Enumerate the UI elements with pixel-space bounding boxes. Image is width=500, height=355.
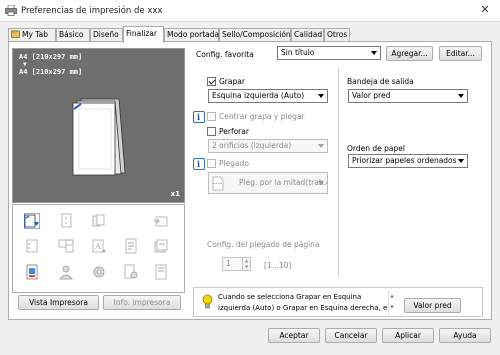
spinner-arrows-icon[interactable]: ▲ ▼ xyxy=(242,258,250,270)
ok-button[interactable]: Aceptar xyxy=(268,328,320,343)
tab-my-tab-label: My Tab xyxy=(22,30,48,39)
lightbulb-icon xyxy=(202,294,213,309)
stapled-page-illustration xyxy=(72,98,126,176)
output-tray-label: Bandeja de salida xyxy=(347,77,414,86)
apply-button[interactable]: Aplicar xyxy=(382,328,434,343)
staple-position-select[interactable]: Esquina izquierda (Auto) xyxy=(208,89,328,103)
punch-icon xyxy=(26,239,38,253)
fold-pages-icon xyxy=(58,239,74,253)
tab-sello-label: Sello/Composición xyxy=(222,30,291,39)
view-printer-button[interactable]: Vista Impresora xyxy=(18,295,99,310)
fold-type-value: Pleg. por la mitad(trab.c xyxy=(239,178,328,187)
staple-function-icon[interactable] xyxy=(24,213,40,229)
fold-checkbox[interactable] xyxy=(207,159,216,168)
center-staple-icon xyxy=(61,213,72,228)
punch-label: Perforar xyxy=(219,127,249,136)
booklet-icon xyxy=(92,214,105,227)
staple-checkbox[interactable] xyxy=(207,77,216,86)
preview-output-size-label: A4 [210x297 mm] xyxy=(19,68,83,76)
function-icon-grid: A xyxy=(12,204,185,293)
staple-position-value: Esquina izquierda (Auto) xyxy=(212,91,305,100)
chevron-down-icon xyxy=(458,159,464,163)
fold-label: Plegado xyxy=(219,159,249,168)
window-title: Preferencias de impresión de xxx xyxy=(21,6,163,16)
edit-favorite-button[interactable]: Editar... xyxy=(439,46,482,61)
tip-text-line1: Cuando se selecciona Grapar en Esquina xyxy=(218,293,362,301)
cancel-button[interactable]: Cancelar xyxy=(325,328,377,343)
chevron-down-icon xyxy=(318,181,324,185)
punch-value: 2 orificios (izquierda) xyxy=(212,141,292,150)
svg-text:A: A xyxy=(94,242,101,251)
printer-icon xyxy=(5,5,17,16)
output-tray-icon xyxy=(154,216,168,227)
center-staple-label: Centrar grapa y plegar xyxy=(219,112,305,121)
fold-pages-spinner[interactable]: 1 ▲ ▼ xyxy=(222,257,251,271)
fold-pages-label: Config. del plegado de página xyxy=(207,240,320,249)
fold-pages-range: [1...10] xyxy=(264,261,292,270)
copies-count: x1 xyxy=(170,190,180,198)
title-bar: Preferencias de impresión de xxx ✕ xyxy=(0,0,500,22)
tab-modo-portada[interactable]: Modo portada xyxy=(164,28,219,42)
tab-sello-composicion[interactable]: Sello/Composición xyxy=(219,28,291,42)
chevron-down-icon xyxy=(318,144,324,148)
default-value-button[interactable]: Valor pred xyxy=(404,298,461,313)
tab-finalizar-label: Finalizar xyxy=(126,29,157,38)
preview-arrow-icon: ▼ xyxy=(23,61,27,68)
punch-checkbox[interactable] xyxy=(207,127,216,136)
print-preview: A4 [210x297 mm] ▼ A4 [210x297 mm] x1 xyxy=(12,48,185,203)
close-button[interactable]: ✕ xyxy=(474,2,496,18)
settings-gear-icon xyxy=(93,266,105,278)
chevron-down-icon xyxy=(318,94,324,98)
tab-otros-label: Otros xyxy=(327,30,348,39)
tip-scrollbar[interactable]: ▲ ▼ xyxy=(388,290,395,315)
preview-paper-size-label: A4 [210x297 mm] xyxy=(19,53,83,61)
fold-type-select[interactable]: Pleg. por la mitad(trab.c xyxy=(208,172,328,194)
tab-modo-portada-label: Modo portada xyxy=(167,30,220,39)
tab-otros[interactable]: Otros xyxy=(324,28,350,42)
tab-diseno-label: Diseño xyxy=(93,30,119,39)
info-icon[interactable]: i xyxy=(193,111,205,123)
document-list-icon xyxy=(125,238,137,254)
printer-info-button[interactable]: Info. impresora xyxy=(103,295,181,310)
paper-stack-icon xyxy=(154,239,168,253)
tab-basico-label: Básico xyxy=(59,30,84,39)
tab-my-tab[interactable]: My Tab xyxy=(8,28,56,42)
fold-page-icon xyxy=(212,176,224,191)
user-icon xyxy=(58,265,74,280)
favorite-config-select[interactable]: Sin título xyxy=(277,46,381,60)
tab-basico[interactable]: Básico xyxy=(56,28,90,42)
page-gear-icon xyxy=(124,264,138,279)
tab-finalizar[interactable]: Finalizar xyxy=(123,26,164,43)
help-button[interactable]: Ayuda xyxy=(439,328,491,343)
output-tray-select[interactable]: Valor pred xyxy=(348,89,468,103)
text-page-icon: A xyxy=(92,239,106,253)
paper-order-value: Priorizar papeles ordenados xyxy=(352,156,457,165)
column-divider xyxy=(338,68,339,278)
paper-order-select[interactable]: Priorizar papeles ordenados xyxy=(348,154,468,168)
punch-select[interactable]: 2 orificios (izquierda) xyxy=(208,139,328,153)
copy-icon xyxy=(155,264,167,280)
staple-label: Grapar xyxy=(219,77,245,86)
my-tab-icon xyxy=(11,30,20,38)
favorite-config-value: Sin título xyxy=(281,48,315,57)
center-staple-checkbox[interactable] xyxy=(207,112,216,121)
info-icon[interactable]: i xyxy=(193,158,205,170)
paper-order-label: Orden de papel xyxy=(347,144,405,153)
add-favorite-button[interactable]: Agregar... xyxy=(386,46,433,61)
chevron-down-icon xyxy=(458,94,464,98)
output-tray-value: Valor pred xyxy=(352,91,391,100)
chevron-down-icon xyxy=(371,51,377,55)
tab-diseno[interactable]: Diseño xyxy=(90,28,123,42)
favorite-config-label: Config. favorita xyxy=(196,50,254,59)
color-page-icon xyxy=(26,264,38,280)
tip-text-line2: izquierda (Auto) o Grapar en Esquina der… xyxy=(218,304,390,312)
tab-calidad[interactable]: Calidad xyxy=(291,28,324,42)
fold-pages-value: 1 xyxy=(226,259,231,268)
tab-calidad-label: Calidad xyxy=(294,30,323,39)
